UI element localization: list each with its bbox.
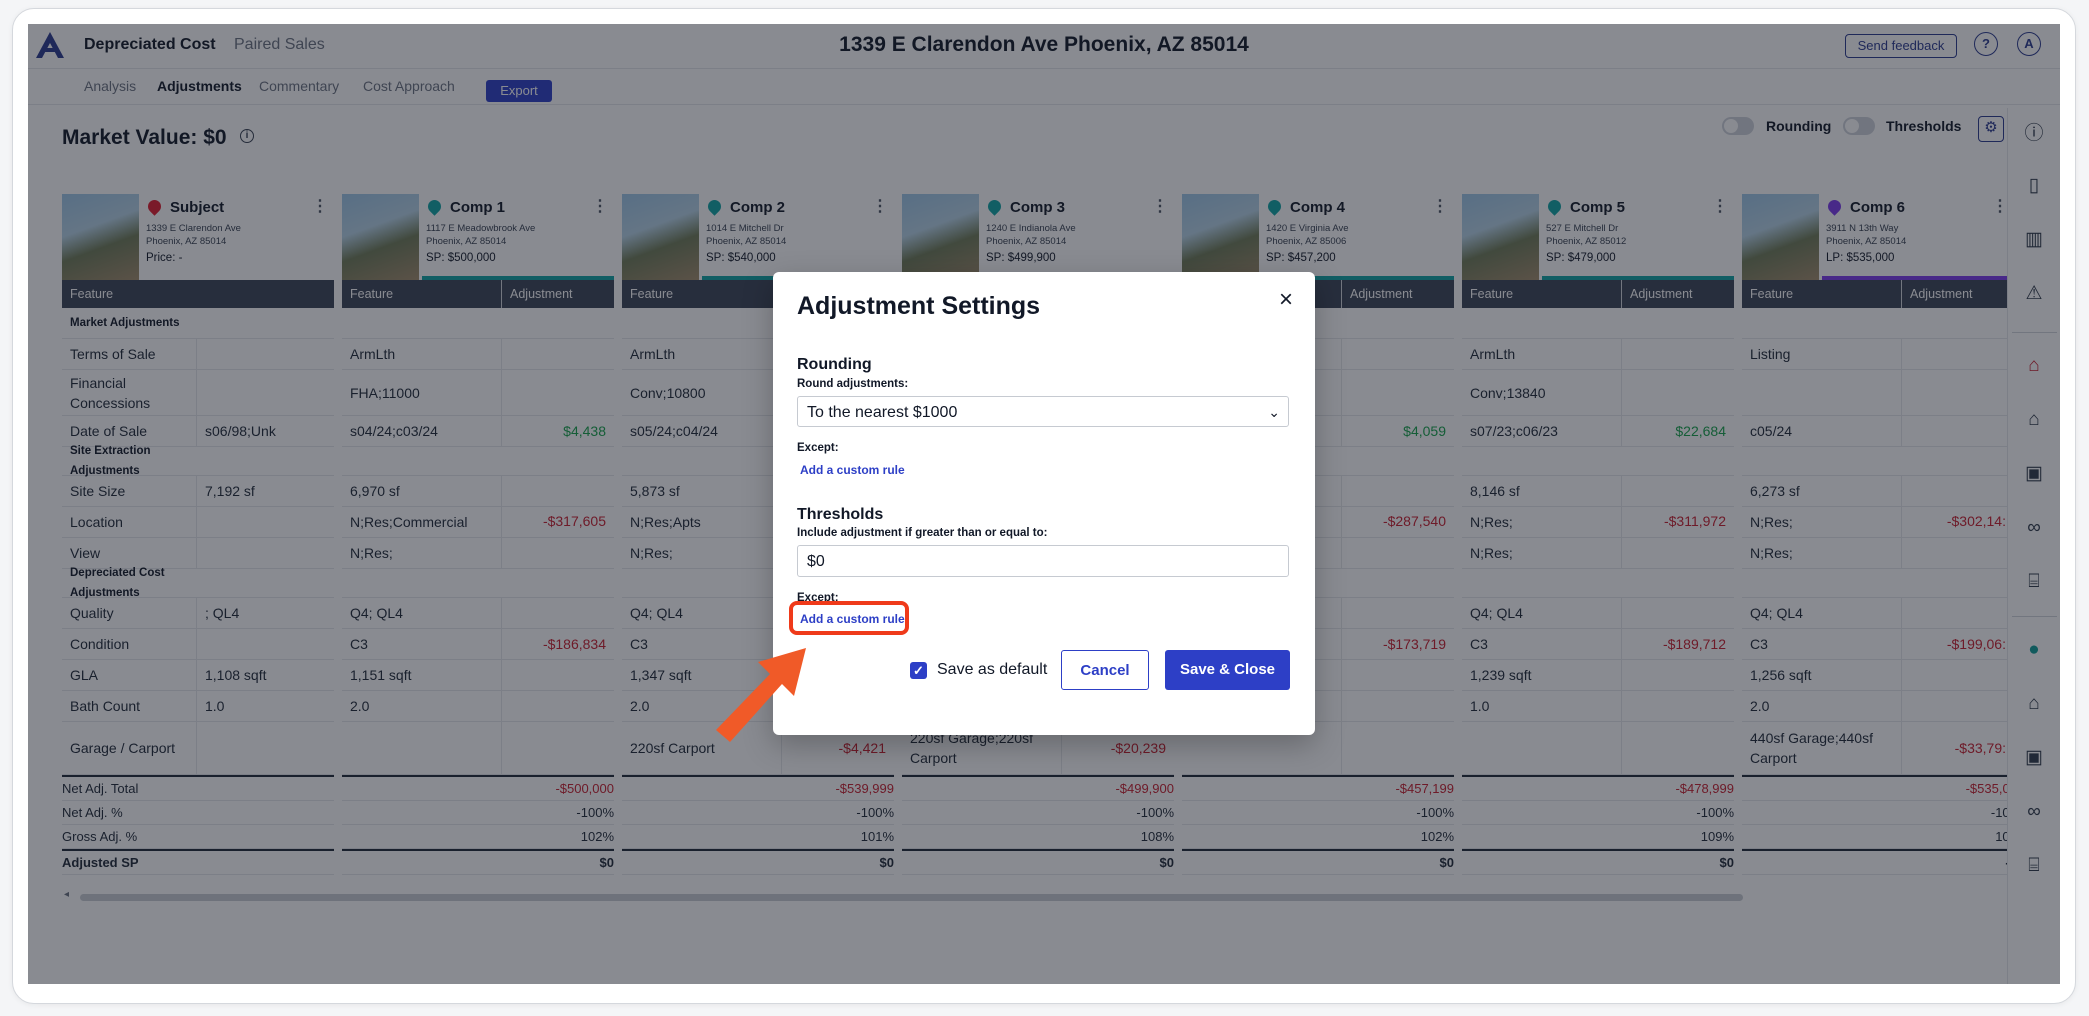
save-as-default-label[interactable]: Save as default xyxy=(937,661,1047,679)
rounding-add-custom-rule-link[interactable]: Add a custom rule xyxy=(800,463,905,477)
round-adjustments-label: Round adjustments: xyxy=(797,378,909,390)
threshold-label: Include adjustment if greater than or eq… xyxy=(797,527,1048,539)
chevron-down-icon: ⌄ xyxy=(1268,404,1280,420)
cancel-button[interactable]: Cancel xyxy=(1061,650,1149,690)
thresholds-heading: Thresholds xyxy=(797,506,884,523)
rounding-heading: Rounding xyxy=(797,356,872,373)
dialog-title: Adjustment Settings xyxy=(797,292,1041,320)
rounding-select[interactable]: To the nearest $1000 ⌄ xyxy=(797,396,1289,427)
app-window: Depreciated Cost Paired Sales 1339 E Cla… xyxy=(28,24,2060,984)
adjustment-settings-dialog: Adjustment Settings × Rounding Round adj… xyxy=(773,272,1315,735)
close-icon[interactable]: × xyxy=(1276,286,1296,314)
thresholds-add-custom-rule-link[interactable]: Add a custom rule xyxy=(800,612,905,626)
save-as-default-checkbox[interactable]: ✓ xyxy=(910,662,927,679)
annotation-arrow-icon xyxy=(716,648,806,742)
threshold-input[interactable]: $0 xyxy=(797,545,1289,577)
save-and-close-button[interactable]: Save & Close xyxy=(1165,650,1290,690)
rounding-except-label: Except: xyxy=(797,442,839,454)
